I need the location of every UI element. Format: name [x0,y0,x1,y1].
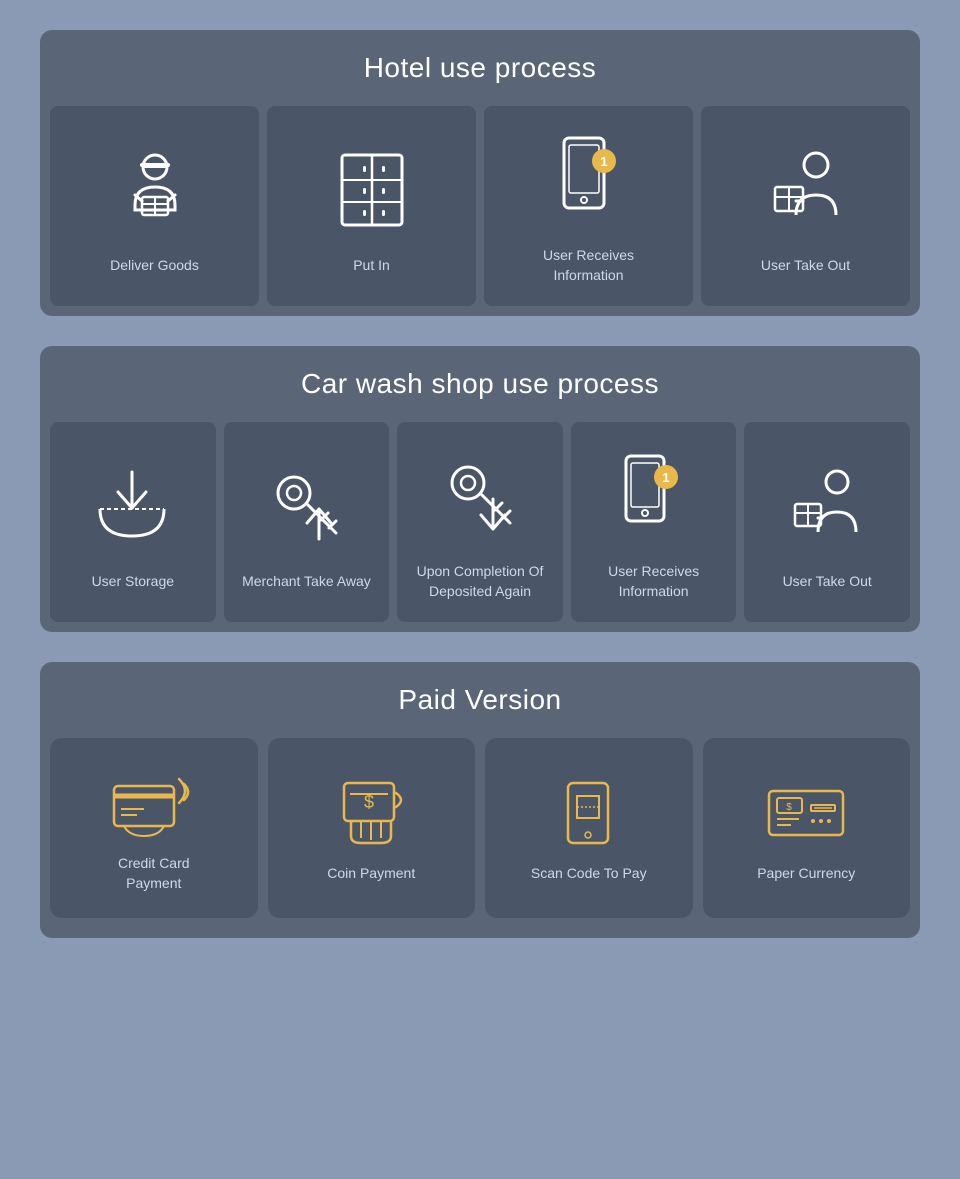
carwash-card-user-take-out: User Take Out [744,422,910,622]
hotel-card-user-take-out: User Take Out [701,106,910,306]
paid-card-scan-code-label: Scan Code To Pay [531,864,647,884]
coin-payment-icon: $ [326,778,416,848]
paper-currency-icon: $ [761,778,851,848]
carwash-title: Car wash shop use process [40,346,920,422]
carwash-card-upon-completion-label: Upon Completion OfDeposited Again [417,562,544,601]
paid-card-coin: $ Coin Payment [268,738,476,918]
svg-text:1: 1 [600,154,607,169]
hotel-section: Hotel use process [40,30,920,316]
user-storage-icon [83,456,183,556]
carwash-card-user-receives: 1 User ReceivesInformation [571,422,737,622]
paid-title: Paid Version [40,662,920,738]
hotel-cards-row: Deliver Goods [40,106,920,316]
user-take-out-icon [756,140,856,240]
user-receives-icon: 1 [539,130,639,230]
hotel-card-deliver-goods: Deliver Goods [50,106,259,306]
carwash-card-user-take-out-label: User Take Out [783,572,872,592]
carwash-user-take-out-icon [777,456,877,556]
hotel-card-put-in-label: Put In [353,256,390,276]
carwash-card-user-storage-label: User Storage [92,572,174,592]
credit-card-icon [109,768,199,838]
carwash-card-merchant-take-away: Merchant Take Away [224,422,390,622]
svg-text:$: $ [786,802,792,813]
carwash-section: Car wash shop use process User Storage [40,346,920,632]
hotel-title: Hotel use process [40,30,920,106]
carwash-user-receives-icon: 1 [604,446,704,546]
paid-card-paper-currency: $ Paper Currency [703,738,911,918]
paid-section: Paid Version Cre [40,662,920,938]
paid-card-credit-card: Credit CardPayment [50,738,258,918]
carwash-card-user-receives-label: User ReceivesInformation [608,562,699,601]
hotel-card-put-in: Put In [267,106,476,306]
paid-card-credit-card-label: Credit CardPayment [118,854,190,893]
svg-text:1: 1 [662,470,669,485]
paid-card-paper-currency-label: Paper Currency [757,864,855,884]
merchant-take-away-icon [256,456,356,556]
hotel-card-deliver-goods-label: Deliver Goods [110,256,199,276]
put-in-icon [322,140,422,240]
carwash-card-user-storage: User Storage [50,422,216,622]
carwash-card-upon-completion: Upon Completion OfDeposited Again [397,422,563,622]
paid-card-coin-label: Coin Payment [327,864,415,884]
upon-completion-icon [430,446,530,546]
paid-card-scan-code: Scan Code To Pay [485,738,693,918]
scan-code-icon [544,778,634,848]
deliver-goods-icon [105,140,205,240]
hotel-card-user-take-out-label: User Take Out [761,256,850,276]
hotel-card-user-receives: 1 User ReceivesInformation [484,106,693,306]
carwash-cards-row: User Storage Merchant Tak [40,422,920,632]
hotel-card-user-receives-label: User ReceivesInformation [543,246,634,285]
carwash-card-merchant-take-away-label: Merchant Take Away [242,572,371,592]
paid-cards-row: Credit CardPayment $ [40,738,920,938]
